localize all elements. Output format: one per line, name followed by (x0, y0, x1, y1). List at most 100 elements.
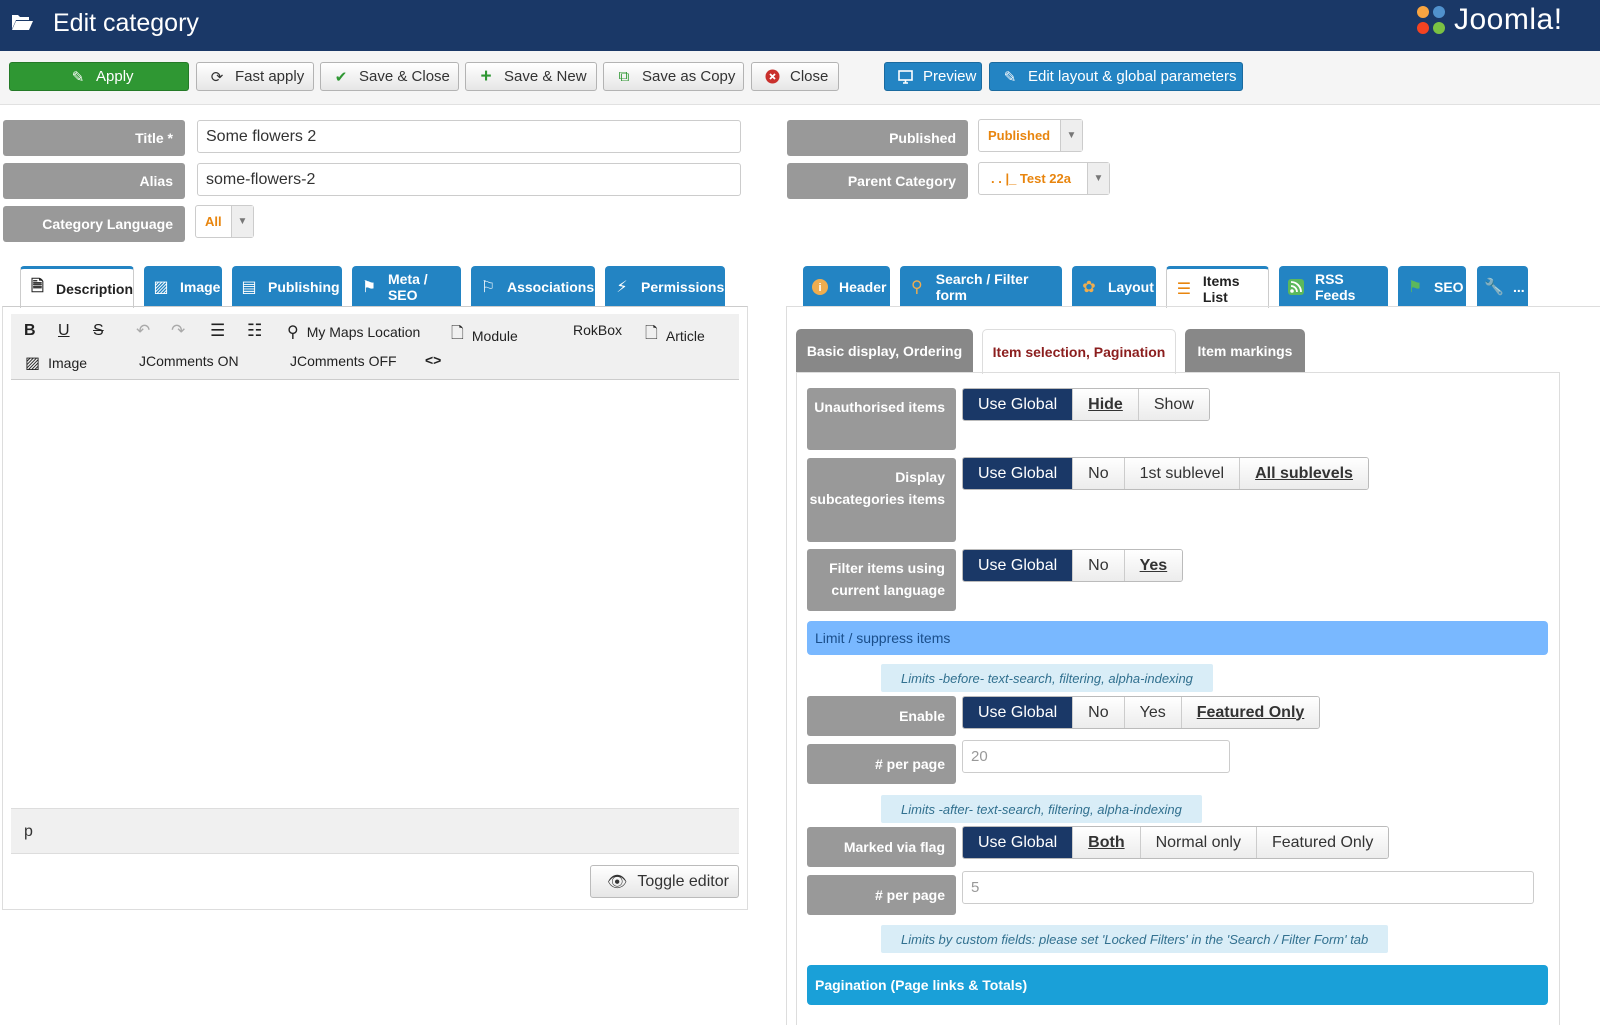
fast-apply-label: Fast apply (235, 68, 305, 85)
undo-icon[interactable]: ↶ (136, 321, 150, 341)
option-show[interactable]: Show (1138, 389, 1209, 420)
module-button[interactable]: 🗋 Module (451, 322, 518, 349)
tab-search-filter[interactable]: ⚲ Search / Filter form (900, 266, 1062, 307)
numbered-list-icon[interactable]: ☷ (247, 321, 262, 341)
alias-input[interactable]: some-flowers-2 (197, 163, 741, 196)
tab-associations[interactable]: ⚐ Associations (471, 266, 595, 307)
tab-label: Associations (507, 278, 595, 295)
tab-label: SEO (1434, 278, 1464, 295)
subtab-item-markings[interactable]: Item markings (1185, 329, 1305, 373)
tab-header[interactable]: i Header (803, 266, 890, 307)
tab-label: Header (839, 278, 887, 295)
my-maps-button[interactable]: ⚲ My Maps Location (287, 322, 420, 342)
bold-button[interactable]: B (24, 322, 36, 340)
option-yes[interactable]: Yes (1124, 697, 1182, 728)
option-use-global[interactable]: Use Global (963, 697, 1074, 728)
option-use-global[interactable]: Use Global (963, 827, 1074, 858)
tab-permissions[interactable]: ⚡ Permissions (605, 266, 725, 307)
caret-down-icon: ▼ (1087, 163, 1109, 194)
bullet-list-icon[interactable]: ☰ (210, 321, 225, 341)
tab-description[interactable]: 🗎 Description (20, 266, 134, 308)
save-close-label: Save & Close (359, 68, 450, 85)
close-button[interactable]: Close (751, 62, 839, 91)
per-page-input[interactable]: 20 (962, 740, 1230, 773)
redo-icon[interactable]: ↷ (171, 321, 185, 341)
file-plus-icon: 🗋 (645, 325, 658, 342)
subtab-basic-display[interactable]: Basic display, Ordering (796, 329, 973, 373)
underline-button[interactable]: U (58, 322, 70, 340)
rokbox-button[interactable]: RokBox (573, 322, 622, 338)
option-hide[interactable]: Hide (1073, 389, 1139, 420)
editor-content-area[interactable] (11, 380, 739, 808)
tab-label: Description (55, 280, 133, 297)
option-use-global[interactable]: Use Global (963, 458, 1074, 489)
caret-down-icon: ▼ (1060, 120, 1082, 151)
option-use-global[interactable]: Use Global (963, 389, 1074, 420)
article-button[interactable]: 🗋 Article (645, 322, 705, 349)
refresh-icon: ⟳ (210, 68, 224, 86)
tab-rss-feeds[interactable]: RSS Feeds (1279, 266, 1388, 307)
option-no[interactable]: No (1073, 550, 1125, 581)
per-page-label: # per page (807, 875, 956, 915)
rokbox-label: RokBox (573, 322, 623, 338)
language-label: Category Language (3, 206, 185, 242)
option-all-sublevels[interactable]: All sublevels (1240, 458, 1368, 489)
tab-label: Publishing (268, 278, 340, 295)
subtab-item-selection[interactable]: Item selection, Pagination (982, 329, 1176, 374)
code-icon[interactable]: <> (425, 352, 441, 368)
info-icon: i (811, 278, 829, 296)
fast-apply-button[interactable]: ⟳ Fast apply (196, 62, 314, 91)
preview-button[interactable]: Preview (884, 62, 982, 91)
unauthorised-items-toggle[interactable]: Use Global Hide Show (962, 388, 1210, 421)
tab-items-list[interactable]: ☰ Items List (1166, 266, 1269, 308)
option-use-global[interactable]: Use Global (963, 550, 1074, 581)
save-close-button[interactable]: ✔ Save & Close (320, 62, 459, 91)
plus-icon: + (480, 65, 492, 87)
jcomments-on-button[interactable]: JComments ON (139, 353, 239, 369)
jcomments-off-button[interactable]: JComments OFF (290, 353, 397, 369)
save-copy-button[interactable]: ⧉ Save as Copy (603, 62, 744, 91)
option-featured-only[interactable]: Featured Only (1181, 697, 1320, 728)
parent-category-select[interactable]: . . |_ Test 22a ▼ (978, 162, 1110, 195)
per-page-input[interactable]: 5 (962, 871, 1534, 904)
image-button[interactable]: ▨ Image (25, 353, 87, 373)
tab-layout[interactable]: ✿ Layout (1072, 266, 1156, 307)
enable-toggle[interactable]: Use Global No Yes Featured Only (962, 696, 1321, 729)
note-limits-before: Limits -before- text-search, filtering, … (881, 664, 1213, 692)
filter-language-toggle[interactable]: Use Global No Yes (962, 549, 1184, 582)
element-path[interactable]: p (24, 823, 33, 840)
option-1st-sublevel[interactable]: 1st sublevel (1124, 458, 1241, 489)
enable-label: Enable (807, 696, 956, 736)
edit-layout-button[interactable]: ✎ Edit layout & global parameters (989, 62, 1243, 91)
language-select[interactable]: All ▼ (195, 205, 254, 238)
tab-image[interactable]: ▨ Image (144, 266, 222, 307)
tab-seo[interactable]: ⚑ SEO (1398, 266, 1466, 307)
caret-down-icon: ▼ (231, 206, 253, 237)
option-normal-only[interactable]: Normal only (1140, 827, 1257, 858)
display-subcategories-toggle[interactable]: Use Global No 1st sublevel All sublevels (962, 457, 1369, 490)
tab-label: Meta / SEO (387, 270, 428, 303)
unauthorised-items-label: Unauthorised items (807, 388, 956, 450)
per-page-label: # per page (807, 744, 956, 784)
article-label: Article (665, 327, 705, 344)
option-no[interactable]: No (1073, 458, 1125, 489)
joomla-logo[interactable]: Joomla! (1414, 0, 1563, 40)
tab-meta-seo[interactable]: ⚑ Meta / SEO (352, 266, 461, 307)
save-new-button[interactable]: + Save & New (465, 62, 597, 91)
strikethrough-button[interactable]: S (93, 322, 104, 340)
calendar-icon: ▤ (241, 278, 257, 296)
option-both[interactable]: Both (1073, 827, 1141, 858)
title-input[interactable]: Some flowers 2 (197, 120, 741, 153)
published-select[interactable]: Published ▼ (978, 119, 1083, 152)
option-featured-only[interactable]: Featured Only (1256, 827, 1389, 858)
tab-label: RSS Feeds (1314, 270, 1356, 303)
tab-publishing[interactable]: ▤ Publishing (232, 266, 342, 307)
marked-via-flag-toggle[interactable]: Use Global Both Normal only Featured Onl… (962, 826, 1390, 859)
option-yes[interactable]: Yes (1124, 550, 1183, 581)
tab-more[interactable]: 🔧... (1477, 266, 1528, 307)
toggle-editor-button[interactable]: 👁 Toggle editor (590, 865, 739, 898)
apply-button[interactable]: ✎ Apply (9, 62, 189, 91)
header-bar: Edit category Joomla! (0, 0, 1600, 51)
option-no[interactable]: No (1073, 697, 1125, 728)
image-icon: ▨ (153, 278, 169, 296)
